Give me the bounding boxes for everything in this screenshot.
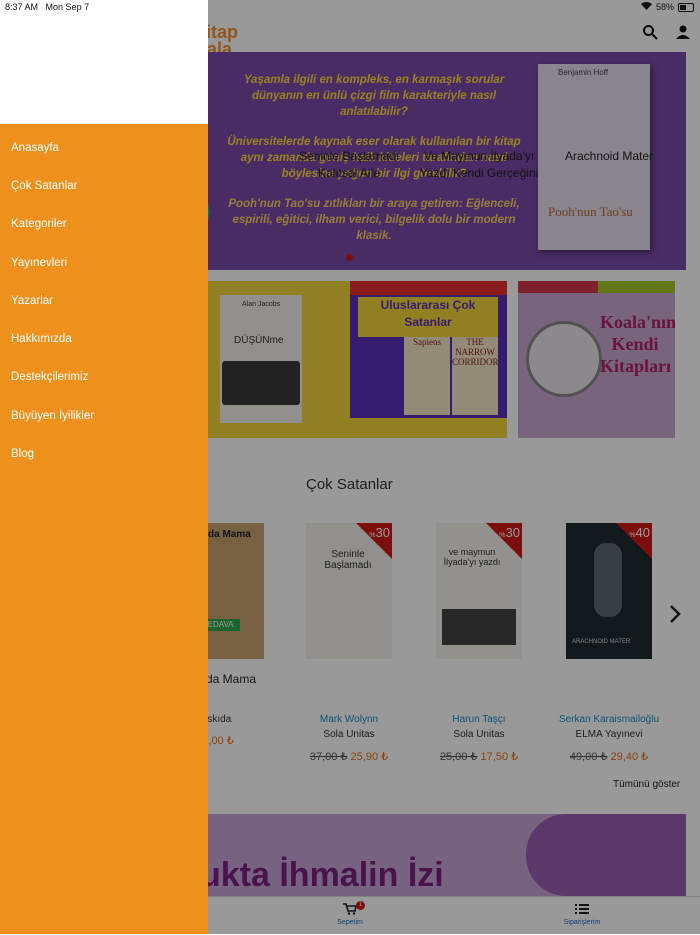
nav-item-authors[interactable]: Yazarlar xyxy=(11,295,53,307)
wifi-icon xyxy=(640,2,652,12)
battery-icon xyxy=(678,2,694,12)
nav-item-home[interactable]: Anasayfa xyxy=(11,142,59,154)
status-date-text: Mon Sep 7 xyxy=(45,2,90,12)
status-time: 8:37 AM Mon Sep 7 xyxy=(5,2,89,12)
status-bar: 8:37 AM Mon Sep 7 58% xyxy=(0,0,700,14)
nav-item-categories[interactable]: Kategoriler xyxy=(11,218,67,230)
nav-item-supporters[interactable]: Destekçilerimiz xyxy=(11,371,88,383)
nav-item-growing-goodness[interactable]: Büyüyen İyilikler xyxy=(11,410,94,422)
status-time-text: 8:37 AM xyxy=(5,2,39,12)
nav-item-about[interactable]: Hakkımızda xyxy=(11,333,72,345)
battery-percent: 58% xyxy=(655,2,674,12)
status-right: 58% xyxy=(640,2,694,12)
nav-item-bestsellers[interactable]: Çok Satanlar xyxy=(11,180,77,192)
navigation-drawer: Anasayfa Çok Satanlar Kategoriler Yayıne… xyxy=(0,0,208,934)
drawer-menu xyxy=(0,124,208,934)
nav-item-blog[interactable]: Blog xyxy=(11,448,34,460)
nav-item-publishers[interactable]: Yayınevleri xyxy=(11,257,67,269)
drawer-header xyxy=(0,0,208,124)
